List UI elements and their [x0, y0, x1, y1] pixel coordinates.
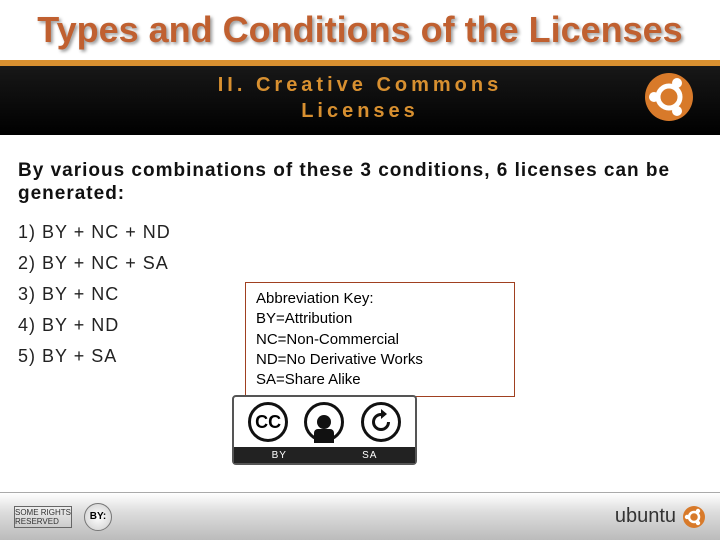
list-item: 2) BY + NC + SA	[18, 253, 720, 274]
section-header-text: II. Creative Commons Licenses	[0, 60, 720, 124]
header-line-1: II. Creative Commons	[0, 72, 720, 98]
slide-title: Types and Conditions of the Licenses	[0, 0, 720, 55]
ubuntu-logo-icon	[644, 72, 694, 122]
by-icon	[304, 402, 344, 442]
badge-by-label: BY	[272, 450, 287, 461]
sa-icon	[361, 402, 401, 442]
footer-brand: ubuntu	[615, 505, 706, 529]
footer-bar: SOME RIGHTS RESERVED BY: ubuntu	[0, 492, 720, 540]
key-line: SA=Share Alike	[256, 370, 504, 390]
ubuntu-text: ubuntu	[615, 505, 676, 528]
rights-reserved-badge: SOME RIGHTS RESERVED	[14, 506, 72, 528]
badge-sa-label: SA	[362, 450, 377, 461]
key-line: ND=No Derivative Works	[256, 350, 504, 370]
by-attribution-icon: BY:	[84, 503, 112, 531]
header-line-2: Licenses	[0, 98, 720, 124]
ubuntu-footer-logo-icon	[682, 505, 706, 529]
cc-icon: CC	[248, 402, 288, 442]
abbreviation-key-box: Abbreviation Key: BY=Attribution NC=Non-…	[245, 282, 515, 397]
cc-license-badge: CC BY SA	[232, 395, 417, 465]
key-heading: Abbreviation Key:	[256, 289, 504, 309]
section-header-band: II. Creative Commons Licenses	[0, 60, 720, 135]
list-item: 1) BY + NC + ND	[18, 222, 720, 243]
key-line: BY=Attribution	[256, 309, 504, 329]
key-line: NC=Non-Commercial	[256, 330, 504, 350]
intro-text: By various combinations of these 3 condi…	[0, 135, 720, 217]
